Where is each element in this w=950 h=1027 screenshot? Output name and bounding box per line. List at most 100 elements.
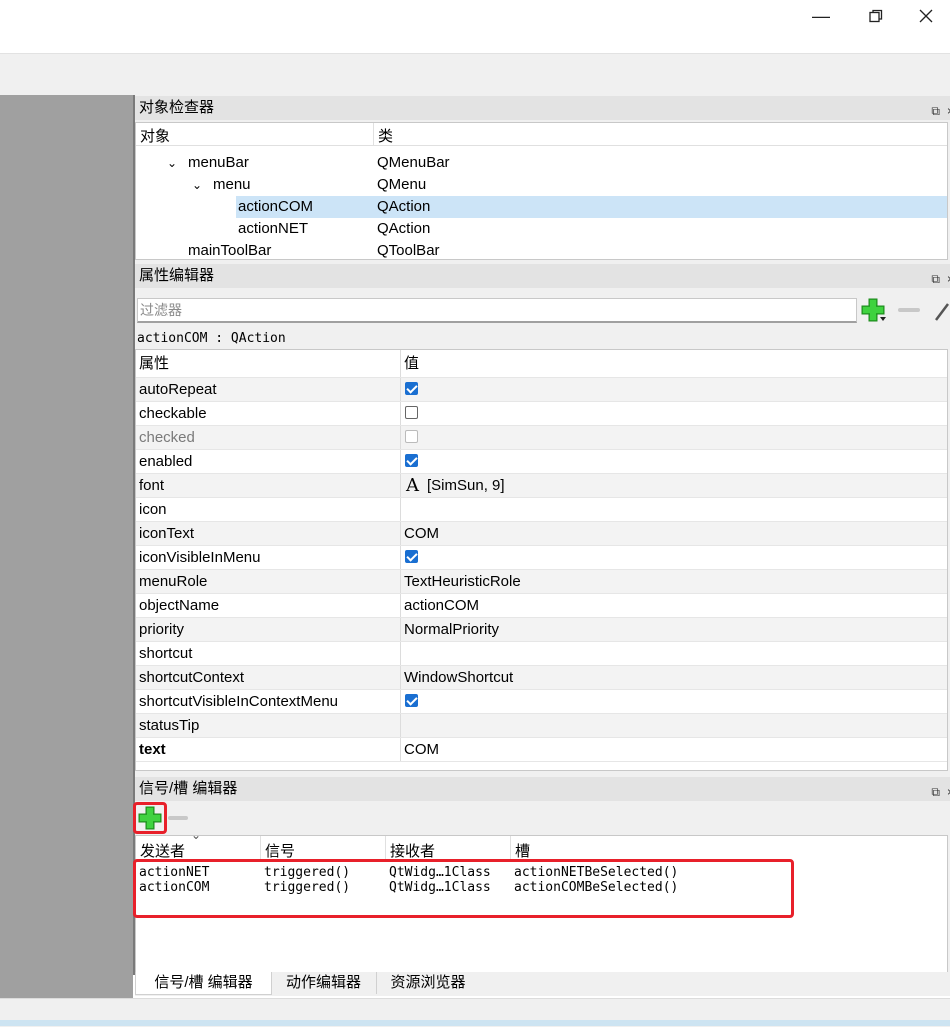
tree-header-object: 对象	[140, 128, 171, 145]
tree-row-name: actionCOM	[238, 198, 314, 215]
object-inspector-title-bar: 对象检查器 ⧉ ×	[135, 96, 950, 120]
property-row[interactable]: checked	[136, 426, 947, 450]
property-name: shortcutContext	[139, 669, 245, 686]
tab-signal-slot-editor[interactable]: 信号/槽 编辑器	[135, 972, 272, 995]
close-icon[interactable]	[902, 0, 950, 32]
signal-slot-title-bar: 信号/槽 编辑器 ⧉ ×	[135, 777, 950, 801]
object-tree: 对象 类 ⌄ menuBar QMenuBar ⌄ menu QMenu act…	[135, 122, 948, 260]
tree-row[interactable]: ⌄ menuBar QMenuBar	[136, 152, 947, 174]
property-checkbox[interactable]	[405, 382, 418, 395]
property-table: 属性 值 autoRepeat checkable checked enabled fo…	[135, 349, 948, 771]
tree-row-name: menuBar	[188, 154, 249, 171]
tab-label: 资源浏览器	[390, 974, 466, 991]
tab-label: 动作编辑器	[285, 974, 361, 991]
property-value[interactable]: [SimSun, 9]	[427, 474, 505, 497]
property-row[interactable]: priority NormalPriority	[136, 618, 947, 642]
property-value[interactable]: COM	[404, 522, 439, 545]
plus-icon	[861, 298, 886, 322]
tree-row-class: QMenu	[377, 176, 427, 193]
tree-row[interactable]: mainToolBar QToolBar	[136, 240, 947, 259]
property-row[interactable]: shortcut	[136, 642, 947, 666]
tree-row-class: QMenuBar	[377, 154, 450, 171]
property-row[interactable]: objectName actionCOM	[136, 594, 947, 618]
property-checkbox[interactable]	[405, 406, 418, 419]
tree-row-class: QToolBar	[377, 242, 440, 259]
float-icon[interactable]: ⧉	[931, 267, 940, 291]
property-row[interactable]: text COM	[136, 738, 947, 762]
tree-header-class: 类	[378, 128, 394, 145]
property-name: statusTip	[139, 717, 200, 734]
signal-slot-title: 信号/槽 编辑器	[139, 780, 238, 797]
property-row[interactable]: font A [SimSun, 9]	[136, 474, 947, 498]
property-checkbox[interactable]	[405, 430, 418, 443]
property-row[interactable]: checkable	[136, 402, 947, 426]
property-name: font	[139, 477, 165, 494]
minimize-icon[interactable]: —	[797, 0, 845, 32]
property-checkbox[interactable]	[405, 454, 418, 467]
property-row[interactable]: iconText COM	[136, 522, 947, 546]
float-icon[interactable]: ⧉	[931, 780, 940, 804]
tree-header: 对象 类	[136, 123, 947, 146]
property-name: autoRepeat	[139, 381, 217, 398]
filter-input[interactable]: 过滤器	[137, 298, 857, 323]
chevron-down-icon[interactable]: ⌄	[192, 174, 202, 196]
float-icon[interactable]: ⧉	[931, 99, 940, 123]
filter-placeholder: 过滤器	[140, 302, 182, 318]
property-name: iconText	[139, 525, 195, 542]
toolbar-strip	[0, 53, 950, 96]
plus-icon	[138, 806, 162, 830]
tree-row[interactable]: ⌄ menu QMenu	[136, 174, 947, 196]
central-area	[0, 95, 133, 998]
property-checkbox[interactable]	[405, 550, 418, 563]
tree-row-class: QAction	[377, 198, 431, 215]
property-name: text	[139, 741, 166, 758]
property-row[interactable]: shortcutVisibleInContextMenu	[136, 690, 947, 714]
bottom-tab-bar: 信号/槽 编辑器 动作编辑器 资源浏览器	[135, 972, 950, 996]
chevron-down-icon[interactable]: ⌄	[167, 152, 177, 174]
tab-action-editor[interactable]: 动作编辑器	[272, 972, 375, 994]
tree-row[interactable]: actionNET QAction	[136, 218, 947, 240]
object-inspector-title: 对象检查器	[139, 99, 215, 116]
tab-resource-browser[interactable]: 资源浏览器	[376, 972, 479, 994]
wrench-icon[interactable]	[934, 300, 950, 326]
property-name: enabled	[139, 453, 193, 470]
taskbar-edge	[0, 1020, 950, 1026]
property-editor-title-bar: 属性编辑器 ⧉ ×	[135, 264, 950, 288]
property-name: menuRole	[139, 573, 208, 590]
tree-row-class: QAction	[377, 220, 431, 237]
property-value[interactable]: actionCOM	[404, 594, 479, 617]
property-row[interactable]: menuRole TextHeuristicRole	[136, 570, 947, 594]
property-name: iconVisibleInMenu	[139, 549, 261, 566]
sort-indicator-icon: ⌄	[191, 835, 202, 842]
tab-label: 信号/槽 编辑器	[154, 974, 253, 991]
property-row[interactable]: statusTip	[136, 714, 947, 738]
tree-row-selected[interactable]: actionCOM QAction	[136, 196, 947, 218]
object-class-label: actionCOM : QAction	[135, 330, 950, 348]
tree-row-name: menu	[213, 176, 251, 193]
property-row[interactable]: iconVisibleInMenu	[136, 546, 947, 570]
property-row[interactable]: icon	[136, 498, 947, 522]
property-header-value: 值	[404, 355, 420, 372]
property-value[interactable]: NormalPriority	[404, 618, 499, 641]
property-row[interactable]: autoRepeat	[136, 378, 947, 402]
property-name: checked	[139, 429, 195, 446]
property-editor-title: 属性编辑器	[139, 267, 215, 284]
property-name: checkable	[139, 405, 207, 422]
add-property-button[interactable]	[860, 297, 886, 327]
property-value[interactable]: COM	[404, 738, 439, 761]
add-connection-button[interactable]	[138, 806, 162, 834]
remove-property-button[interactable]	[898, 308, 920, 312]
property-name: icon	[139, 501, 167, 518]
restore-icon[interactable]	[852, 0, 900, 32]
property-header: 属性 值	[136, 350, 947, 378]
font-icon: A	[406, 475, 419, 496]
property-row[interactable]: enabled	[136, 450, 947, 474]
property-checkbox[interactable]	[405, 694, 418, 707]
property-value[interactable]: TextHeuristicRole	[404, 570, 521, 593]
remove-connection-button[interactable]	[168, 816, 188, 820]
property-name: shortcut	[139, 645, 193, 662]
property-name: shortcutVisibleInContextMenu	[139, 693, 338, 710]
property-value[interactable]: WindowShortcut	[404, 666, 513, 689]
property-row[interactable]: shortcutContext WindowShortcut	[136, 666, 947, 690]
tree-row-name: actionNET	[238, 220, 309, 237]
